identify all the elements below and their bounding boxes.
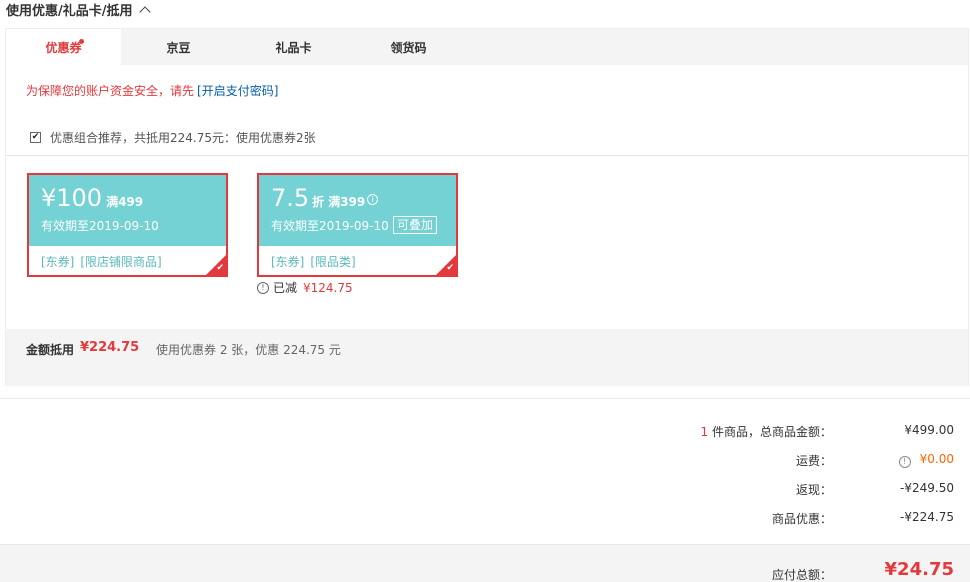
shipping-row: 运费： ! ¥0.00	[0, 452, 970, 468]
divider	[6, 155, 968, 156]
coupon-tag: [限品类]	[310, 255, 356, 269]
coupon-amount: ¥100	[41, 184, 103, 212]
coupon-validity: 有效期至2019-09-10	[41, 219, 159, 233]
tab-gift-card[interactable]: 礼品卡	[236, 29, 351, 65]
tab-jingdou[interactable]: 京豆	[121, 29, 236, 65]
coupon-tag: [限店铺限商品]	[80, 255, 162, 269]
cashback-value: -¥249.50	[900, 481, 954, 495]
items-total: ¥499.00	[904, 423, 954, 437]
shipping-value: ¥0.00	[919, 452, 954, 466]
discount-row: 商品优惠： -¥224.75	[0, 510, 970, 526]
chevron-up-icon	[138, 5, 151, 18]
coupon-tag: [东券]	[41, 255, 75, 269]
reduced-amount: ¥124.75	[303, 280, 353, 295]
payable-bar: 应付总额： ¥24.75	[0, 544, 970, 582]
enable-pay-password-link[interactable]: [开启支付密码]	[197, 84, 278, 98]
deduction-summary: 金额抵用 ¥224.75 使用优惠券 2 张，优惠 224.75 元	[6, 329, 968, 386]
notification-dot-icon	[79, 39, 84, 44]
reduced-note: ! 已减 ¥124.75	[257, 279, 353, 296]
discount-value: -¥224.75	[900, 510, 954, 524]
divider	[0, 398, 970, 399]
discount-label: 商品优惠：	[771, 512, 832, 526]
coupon-validity: 有效期至2019-09-10	[271, 219, 389, 233]
coupon-card[interactable]: 7.5 折满399 i 有效期至2019-09-10 可叠加 [东券] [限品类] ✔	[257, 173, 458, 277]
security-tip: 为保障您的账户资金安全，请先 [开启支付密码]	[26, 84, 279, 98]
items-total-row: 1 件商品，总商品金额： ¥499.00	[0, 423, 970, 439]
warning-icon: !	[257, 281, 269, 294]
info-icon[interactable]: i	[367, 193, 379, 205]
stackable-badge: 可叠加	[392, 216, 437, 234]
summary-label: 金额抵用	[26, 343, 75, 357]
coupon-tag: [东券]	[271, 255, 305, 269]
payable-value: ¥24.75	[884, 559, 954, 580]
cashback-row: 返现： -¥249.50	[0, 481, 970, 497]
coupon-tags: [东券] [限店铺限商品]	[41, 253, 168, 270]
coupon-tags: [东券] [限品类]	[271, 253, 362, 270]
tab-pickup-code[interactable]: 领货码	[351, 29, 466, 65]
combo-recommendation: ✔ 优惠组合推荐，共抵用224.75元：使用优惠券2张	[30, 129, 316, 146]
checkmark-icon: ✔	[446, 263, 454, 273]
payable-label: 应付总额：	[771, 568, 832, 582]
coupon-condition: 满399	[328, 195, 366, 209]
shipping-label: 运费：	[795, 454, 832, 468]
coupon-condition: 满499	[106, 195, 144, 209]
summary-desc: 使用优惠券 2 张，优惠 224.75 元	[156, 343, 341, 357]
section-toggle[interactable]: 使用优惠/礼品卡/抵用	[6, 0, 151, 19]
info-icon[interactable]: !	[898, 456, 911, 468]
summary-value: ¥224.75	[80, 340, 140, 355]
coupon-unit: 折	[312, 195, 325, 209]
combo-checkbox[interactable]: ✔	[30, 132, 41, 143]
reduced-label: 已减	[273, 281, 298, 295]
tab-bar: 优惠券 京豆 礼品卡 领货码	[6, 29, 968, 65]
coupon-card[interactable]: ¥100 满499 有效期至2019-09-10 [东券] [限店铺限商品] ✔	[27, 173, 228, 277]
tab-coupons[interactable]: 优惠券	[6, 29, 121, 65]
section-title: 使用优惠/礼品卡/抵用	[6, 3, 133, 19]
combo-text: 优惠组合推荐，共抵用224.75元：使用优惠券2张	[50, 131, 316, 145]
checkmark-icon: ✔	[216, 263, 224, 273]
coupon-header: 7.5 折满399 i 有效期至2019-09-10 可叠加	[259, 175, 456, 246]
coupon-header: ¥100 满499 有效期至2019-09-10	[29, 175, 226, 246]
coupon-panel: 优惠券 京豆 礼品卡 领货码 为保障您的账户资金安全，请先 [开启支付密码] ✔ …	[5, 28, 969, 386]
coupon-amount: 7.5	[271, 184, 310, 212]
items-label: 件商品，总商品金额：	[708, 425, 832, 439]
cashback-label: 返现：	[795, 483, 832, 497]
